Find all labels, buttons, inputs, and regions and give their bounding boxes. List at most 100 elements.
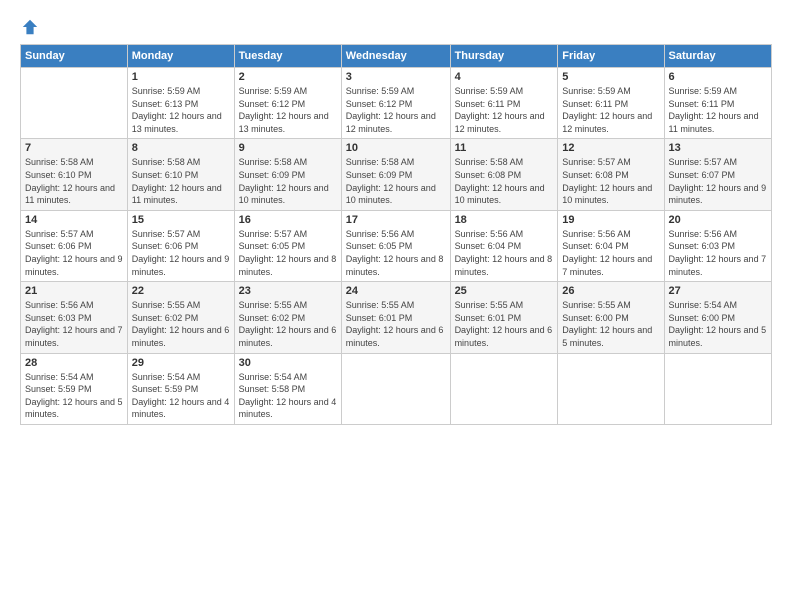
calendar-cell: 13 Sunrise: 5:57 AM Sunset: 6:07 PM Dayli… [664, 139, 771, 210]
day-number: 13 [669, 142, 767, 154]
day-info: Sunrise: 5:56 AM Sunset: 6:03 PM Dayligh… [25, 299, 123, 349]
calendar-cell: 27 Sunrise: 5:54 AM Sunset: 6:00 PM Dayli… [664, 282, 771, 353]
calendar-cell: 15Sunrise: 5:57 AM Sunset: 6:06 PM Dayli… [127, 210, 234, 281]
day-number: 2 [239, 71, 337, 83]
calendar-cell: 30Sunrise: 5:54 AM Sunset: 5:58 PM Dayli… [234, 353, 341, 424]
calendar-cell: 24 Sunrise: 5:55 AM Sunset: 6:01 PM Dayli… [341, 282, 450, 353]
day-number: 23 [239, 285, 337, 297]
calendar-cell: 22 Sunrise: 5:55 AM Sunset: 6:02 PM Dayli… [127, 282, 234, 353]
day-info: Sunrise: 5:54 AM Sunset: 5:59 PM Dayligh… [25, 371, 123, 421]
day-info: Sunrise: 5:55 AM Sunset: 6:01 PM Dayligh… [346, 299, 446, 349]
day-info: Sunrise: 5:55 AM Sunset: 6:00 PM Dayligh… [562, 299, 659, 349]
header-day: Tuesday [234, 45, 341, 68]
day-number: 3 [346, 71, 446, 83]
day-info: Sunrise: 5:58 AM Sunset: 6:09 PM Dayligh… [346, 156, 446, 206]
calendar-cell: 1Sunrise: 5:59 AM Sunset: 6:13 PM Daylig… [127, 68, 234, 139]
day-number: 20 [669, 214, 767, 226]
header-day: Saturday [664, 45, 771, 68]
day-info: Sunrise: 5:56 AM Sunset: 6:05 PM Dayligh… [346, 228, 446, 278]
day-number: 9 [239, 142, 337, 154]
calendar-week-row: 28 Sunrise: 5:54 AM Sunset: 5:59 PM Dayli… [21, 353, 772, 424]
day-number: 5 [562, 71, 659, 83]
day-number: 7 [25, 142, 123, 154]
calendar-cell: 23 Sunrise: 5:55 AM Sunset: 6:02 PM Dayli… [234, 282, 341, 353]
day-number: 8 [132, 142, 230, 154]
day-info: Sunrise: 5:59 AM Sunset: 6:12 PM Dayligh… [239, 85, 337, 135]
day-number: 15 [132, 214, 230, 226]
page: SundayMondayTuesdayWednesdayThursdayFrid… [0, 0, 792, 612]
calendar-table: SundayMondayTuesdayWednesdayThursdayFrid… [20, 44, 772, 425]
day-info: Sunrise: 5:59 AM Sunset: 6:13 PM Dayligh… [132, 85, 230, 135]
day-number: 6 [669, 71, 767, 83]
calendar-cell [664, 353, 771, 424]
day-number: 28 [25, 357, 123, 369]
calendar-cell: 20 Sunrise: 5:56 AM Sunset: 6:03 PM Dayli… [664, 210, 771, 281]
day-info: Sunrise: 5:57 AM Sunset: 6:05 PM Dayligh… [239, 228, 337, 278]
day-info: Sunrise: 5:57 AM Sunset: 6:08 PM Dayligh… [562, 156, 659, 206]
calendar-cell: 6 Sunrise: 5:59 AM Sunset: 6:11 PM Daylig… [664, 68, 771, 139]
header-day: Friday [558, 45, 664, 68]
calendar-week-row: 1Sunrise: 5:59 AM Sunset: 6:13 PM Daylig… [21, 68, 772, 139]
calendar-cell [341, 353, 450, 424]
calendar-cell: 9 Sunrise: 5:58 AM Sunset: 6:09 PM Daylig… [234, 139, 341, 210]
logo-icon [21, 18, 39, 36]
day-info: Sunrise: 5:58 AM Sunset: 6:10 PM Dayligh… [132, 156, 230, 206]
day-number: 18 [455, 214, 554, 226]
day-info: Sunrise: 5:56 AM Sunset: 6:03 PM Dayligh… [669, 228, 767, 278]
calendar-header-row: SundayMondayTuesdayWednesdayThursdayFrid… [21, 45, 772, 68]
calendar-cell: 2 Sunrise: 5:59 AM Sunset: 6:12 PM Daylig… [234, 68, 341, 139]
day-number: 17 [346, 214, 446, 226]
day-number: 27 [669, 285, 767, 297]
day-info: Sunrise: 5:54 AM Sunset: 6:00 PM Dayligh… [669, 299, 767, 349]
calendar-cell [558, 353, 664, 424]
day-info: Sunrise: 5:54 AM Sunset: 5:58 PM Dayligh… [239, 371, 337, 421]
calendar-cell: 28 Sunrise: 5:54 AM Sunset: 5:59 PM Dayli… [21, 353, 128, 424]
day-number: 22 [132, 285, 230, 297]
calendar-cell: 21 Sunrise: 5:56 AM Sunset: 6:03 PM Dayli… [21, 282, 128, 353]
calendar-cell: 14Sunrise: 5:57 AM Sunset: 6:06 PM Dayli… [21, 210, 128, 281]
day-info: Sunrise: 5:56 AM Sunset: 6:04 PM Dayligh… [562, 228, 659, 278]
day-number: 29 [132, 357, 230, 369]
day-info: Sunrise: 5:57 AM Sunset: 6:07 PM Dayligh… [669, 156, 767, 206]
day-info: Sunrise: 5:57 AM Sunset: 6:06 PM Dayligh… [25, 228, 123, 278]
calendar-cell: 16 Sunrise: 5:57 AM Sunset: 6:05 PM Dayli… [234, 210, 341, 281]
day-info: Sunrise: 5:56 AM Sunset: 6:04 PM Dayligh… [455, 228, 554, 278]
day-info: Sunrise: 5:55 AM Sunset: 6:02 PM Dayligh… [132, 299, 230, 349]
calendar-cell: 18 Sunrise: 5:56 AM Sunset: 6:04 PM Dayli… [450, 210, 558, 281]
header-day: Monday [127, 45, 234, 68]
calendar-cell: 4Sunrise: 5:59 AM Sunset: 6:11 PM Daylig… [450, 68, 558, 139]
day-number: 21 [25, 285, 123, 297]
day-number: 12 [562, 142, 659, 154]
day-info: Sunrise: 5:55 AM Sunset: 6:01 PM Dayligh… [455, 299, 554, 349]
day-number: 11 [455, 142, 554, 154]
calendar-week-row: 14Sunrise: 5:57 AM Sunset: 6:06 PM Dayli… [21, 210, 772, 281]
day-info: Sunrise: 5:55 AM Sunset: 6:02 PM Dayligh… [239, 299, 337, 349]
calendar-cell: 25 Sunrise: 5:55 AM Sunset: 6:01 PM Dayli… [450, 282, 558, 353]
day-number: 26 [562, 285, 659, 297]
calendar-cell: 10 Sunrise: 5:58 AM Sunset: 6:09 PM Dayli… [341, 139, 450, 210]
calendar-week-row: 21 Sunrise: 5:56 AM Sunset: 6:03 PM Dayli… [21, 282, 772, 353]
day-number: 4 [455, 71, 554, 83]
header-day: Wednesday [341, 45, 450, 68]
day-number: 24 [346, 285, 446, 297]
header-day: Thursday [450, 45, 558, 68]
calendar-cell: 7 Sunrise: 5:58 AM Sunset: 6:10 PM Daylig… [21, 139, 128, 210]
day-number: 16 [239, 214, 337, 226]
calendar-week-row: 7 Sunrise: 5:58 AM Sunset: 6:10 PM Daylig… [21, 139, 772, 210]
header [20, 18, 772, 36]
calendar-cell: 26 Sunrise: 5:55 AM Sunset: 6:00 PM Dayli… [558, 282, 664, 353]
calendar-cell: 17 Sunrise: 5:56 AM Sunset: 6:05 PM Dayli… [341, 210, 450, 281]
day-info: Sunrise: 5:58 AM Sunset: 6:10 PM Dayligh… [25, 156, 123, 206]
calendar-cell: 3 Sunrise: 5:59 AM Sunset: 6:12 PM Daylig… [341, 68, 450, 139]
day-number: 25 [455, 285, 554, 297]
day-info: Sunrise: 5:58 AM Sunset: 6:08 PM Dayligh… [455, 156, 554, 206]
day-info: Sunrise: 5:58 AM Sunset: 6:09 PM Dayligh… [239, 156, 337, 206]
calendar-cell [21, 68, 128, 139]
day-info: Sunrise: 5:59 AM Sunset: 6:11 PM Dayligh… [669, 85, 767, 135]
header-day: Sunday [21, 45, 128, 68]
calendar-cell [450, 353, 558, 424]
day-number: 10 [346, 142, 446, 154]
calendar-cell: 29Sunrise: 5:54 AM Sunset: 5:59 PM Dayli… [127, 353, 234, 424]
day-info: Sunrise: 5:59 AM Sunset: 6:12 PM Dayligh… [346, 85, 446, 135]
logo [20, 18, 39, 36]
